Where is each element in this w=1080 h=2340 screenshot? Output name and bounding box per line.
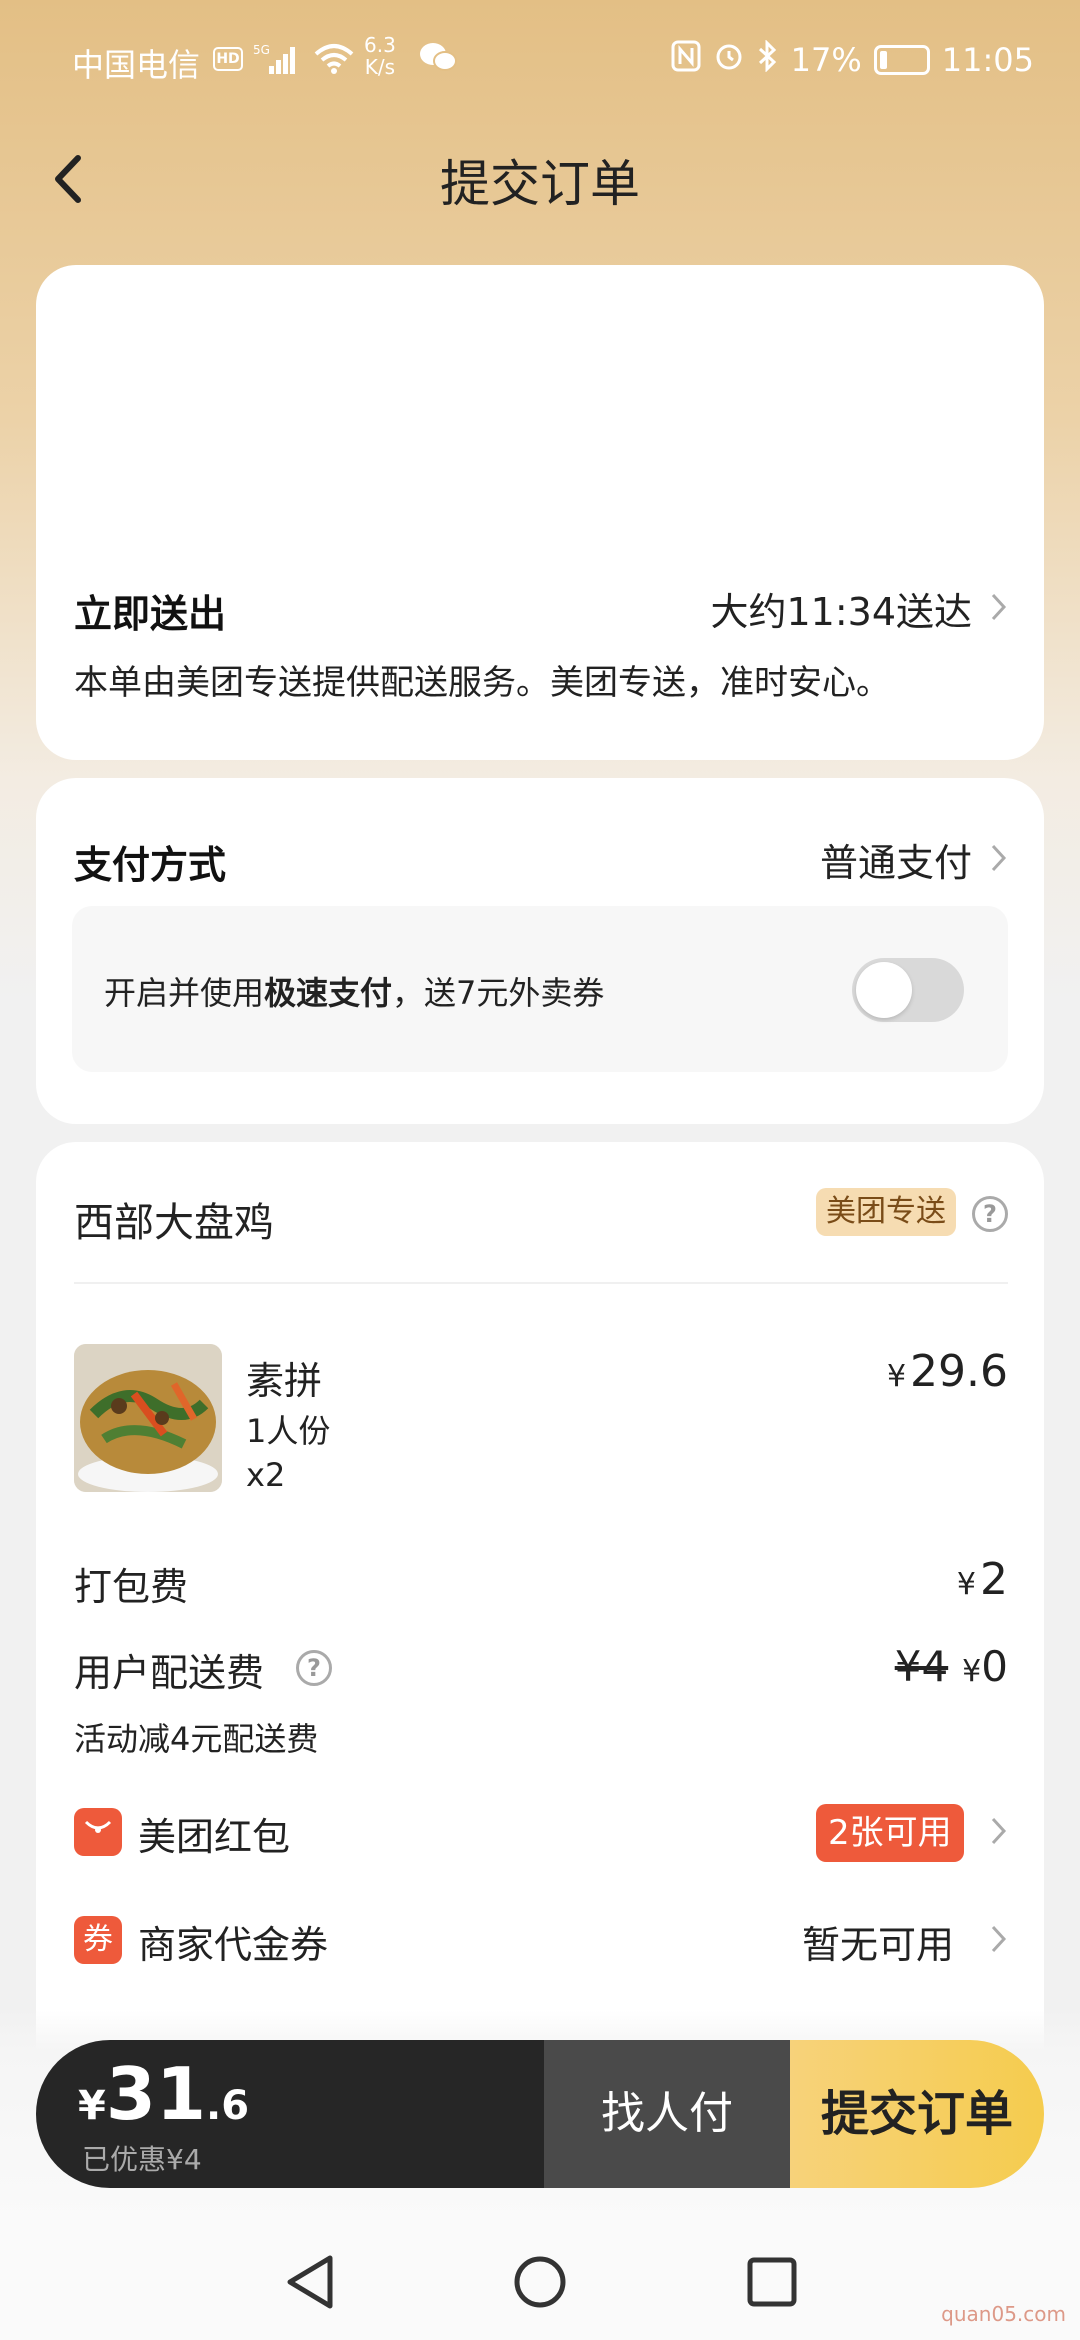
fast-pay-promo: 开启并使用极速支付，送7元外卖券	[72, 906, 1008, 1072]
chevron-right-icon	[990, 1816, 1008, 1850]
submit-order-button[interactable]: 提交订单	[790, 2040, 1044, 2188]
red-packet-label: 美团红包	[138, 1815, 291, 1859]
bottom-action-bar: ¥31.6 已优惠¥4 找人付 提交订单	[36, 2040, 1044, 2188]
help-icon[interactable]: ?	[972, 1196, 1008, 1232]
watermark: quan05.com	[941, 2302, 1066, 2326]
wifi-icon	[312, 42, 356, 84]
payment-card: 支付方式 普通支付 开启并使用极速支付，送7元外卖券	[36, 778, 1044, 1124]
chevron-right-icon	[990, 843, 1008, 877]
fast-pay-toggle[interactable]	[852, 958, 964, 1022]
battery-percent: 17%	[790, 41, 862, 79]
net-speed: 6.3 K/s	[364, 33, 396, 79]
battery-fill	[879, 51, 887, 69]
payment-label: 支付方式	[74, 843, 227, 887]
page-title: 提交订单	[440, 155, 640, 213]
toggle-knob	[856, 962, 912, 1018]
header: 提交订单	[0, 130, 1080, 230]
payment-method: 普通支付	[819, 841, 972, 885]
signal-icon: 5G	[253, 42, 299, 85]
nfc-icon	[671, 40, 701, 80]
fast-pay-promo-text: 开启并使用极速支付，送7元外卖券	[104, 974, 605, 1012]
bluetooth-icon	[757, 39, 779, 80]
discount-text: 已优惠¥4	[82, 2143, 202, 2176]
delivery-fee-label: 用户配送费	[74, 1651, 265, 1695]
carrier-label: 中国电信	[72, 46, 201, 84]
friend-pay-button[interactable]: 找人付	[544, 2040, 790, 2188]
svg-text:5G: 5G	[253, 43, 270, 57]
help-icon[interactable]: ?	[296, 1650, 332, 1686]
voucher-row[interactable]: 券 商家代金券 暂无可用	[36, 1900, 1044, 1980]
payment-method-row[interactable]: 普通支付	[820, 832, 1008, 887]
chevron-right-icon	[990, 1924, 1008, 1958]
system-nav-bar: quan05.com	[0, 2230, 1080, 2340]
hd-icon: HD	[213, 47, 243, 71]
battery-icon	[873, 45, 930, 75]
item-price: ¥29.6	[886, 1346, 1008, 1397]
voucher-label: 商家代金券	[138, 1923, 329, 1967]
delivery-eta: 大约11:34送达	[710, 590, 972, 634]
voucher-value: 暂无可用	[801, 1923, 954, 1967]
delivery-fee-original: ¥4	[894, 1642, 949, 1691]
delivery-fee-note: 活动减4元配送费	[74, 1720, 319, 1758]
red-packet-icon	[74, 1808, 122, 1856]
packing-fee-label: 打包费	[74, 1565, 189, 1609]
delivery-note: 本单由美团专送提供配送服务。美团专送，准时安心。	[74, 663, 890, 703]
delivery-eta-row[interactable]: 大约11:34送达	[710, 581, 1008, 636]
status-bar: 中国电信 HD 5G 6.3 K/s 17% 11:05	[0, 0, 1080, 120]
item-qty: x2	[246, 1456, 286, 1494]
alarm-icon	[713, 40, 745, 80]
nav-home-icon[interactable]	[512, 2252, 568, 2316]
item-name: 素拼	[246, 1359, 323, 1403]
nav-recents-icon[interactable]	[744, 2252, 800, 2316]
chevron-right-icon	[990, 592, 1008, 626]
red-packet-badge: 2张可用	[816, 1804, 964, 1862]
total-section: ¥31.6 已优惠¥4	[36, 2040, 544, 2188]
store-name[interactable]: 西部大盘鸡	[74, 1190, 274, 1248]
divider	[74, 1282, 1008, 1284]
delivery-fee-value: ¥4 ¥0	[894, 1642, 1008, 1691]
total-price: ¥31.6	[78, 2052, 250, 2136]
dish-image	[74, 1344, 222, 1492]
red-packet-row[interactable]: 美团红包 2张可用	[36, 1792, 1044, 1872]
delivery-card: 立即送出 大约11:34送达 本单由美团专送提供配送服务。美团专送，准时安心。	[36, 265, 1044, 760]
clock: 11:05	[941, 41, 1034, 79]
status-right: 17% 11:05	[671, 39, 1034, 80]
voucher-icon: 券	[74, 1916, 122, 1964]
wechat-icon	[418, 40, 458, 82]
item-thumbnail[interactable]	[74, 1344, 222, 1492]
packing-fee-value: ¥2	[956, 1554, 1008, 1605]
nav-back-icon[interactable]	[282, 2252, 338, 2316]
delivery-tag: 美团专送	[816, 1188, 956, 1236]
item-spec: 1人份	[246, 1412, 331, 1450]
delivery-time-label: 立即送出	[74, 592, 227, 636]
